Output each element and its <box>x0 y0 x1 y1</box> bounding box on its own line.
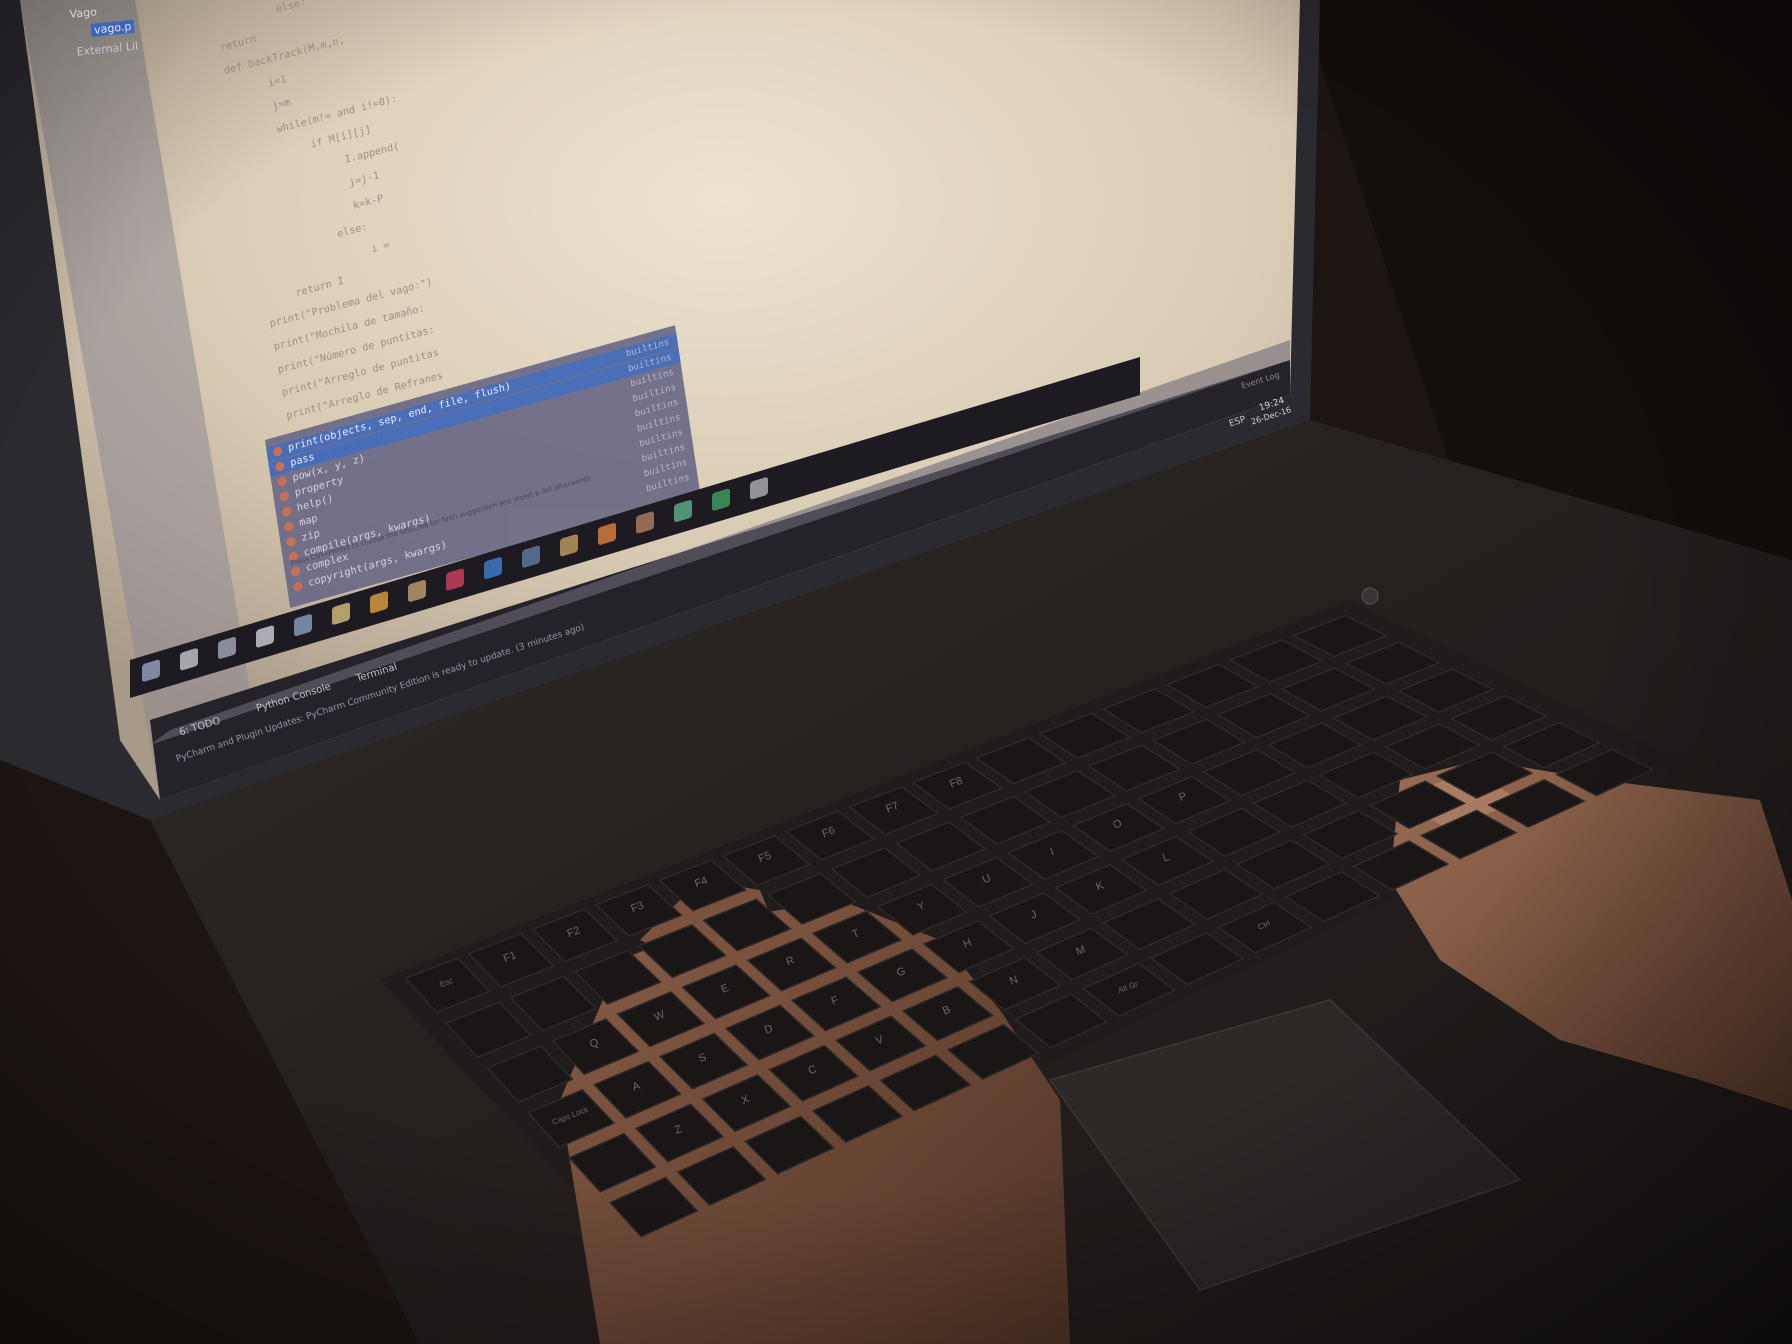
vignette-overlay <box>0 0 1792 1344</box>
photo-scene: EscF1F2F3F4F5F6F7F8QWERTYUIOPASDFGHJKLZX… <box>0 0 1792 1344</box>
